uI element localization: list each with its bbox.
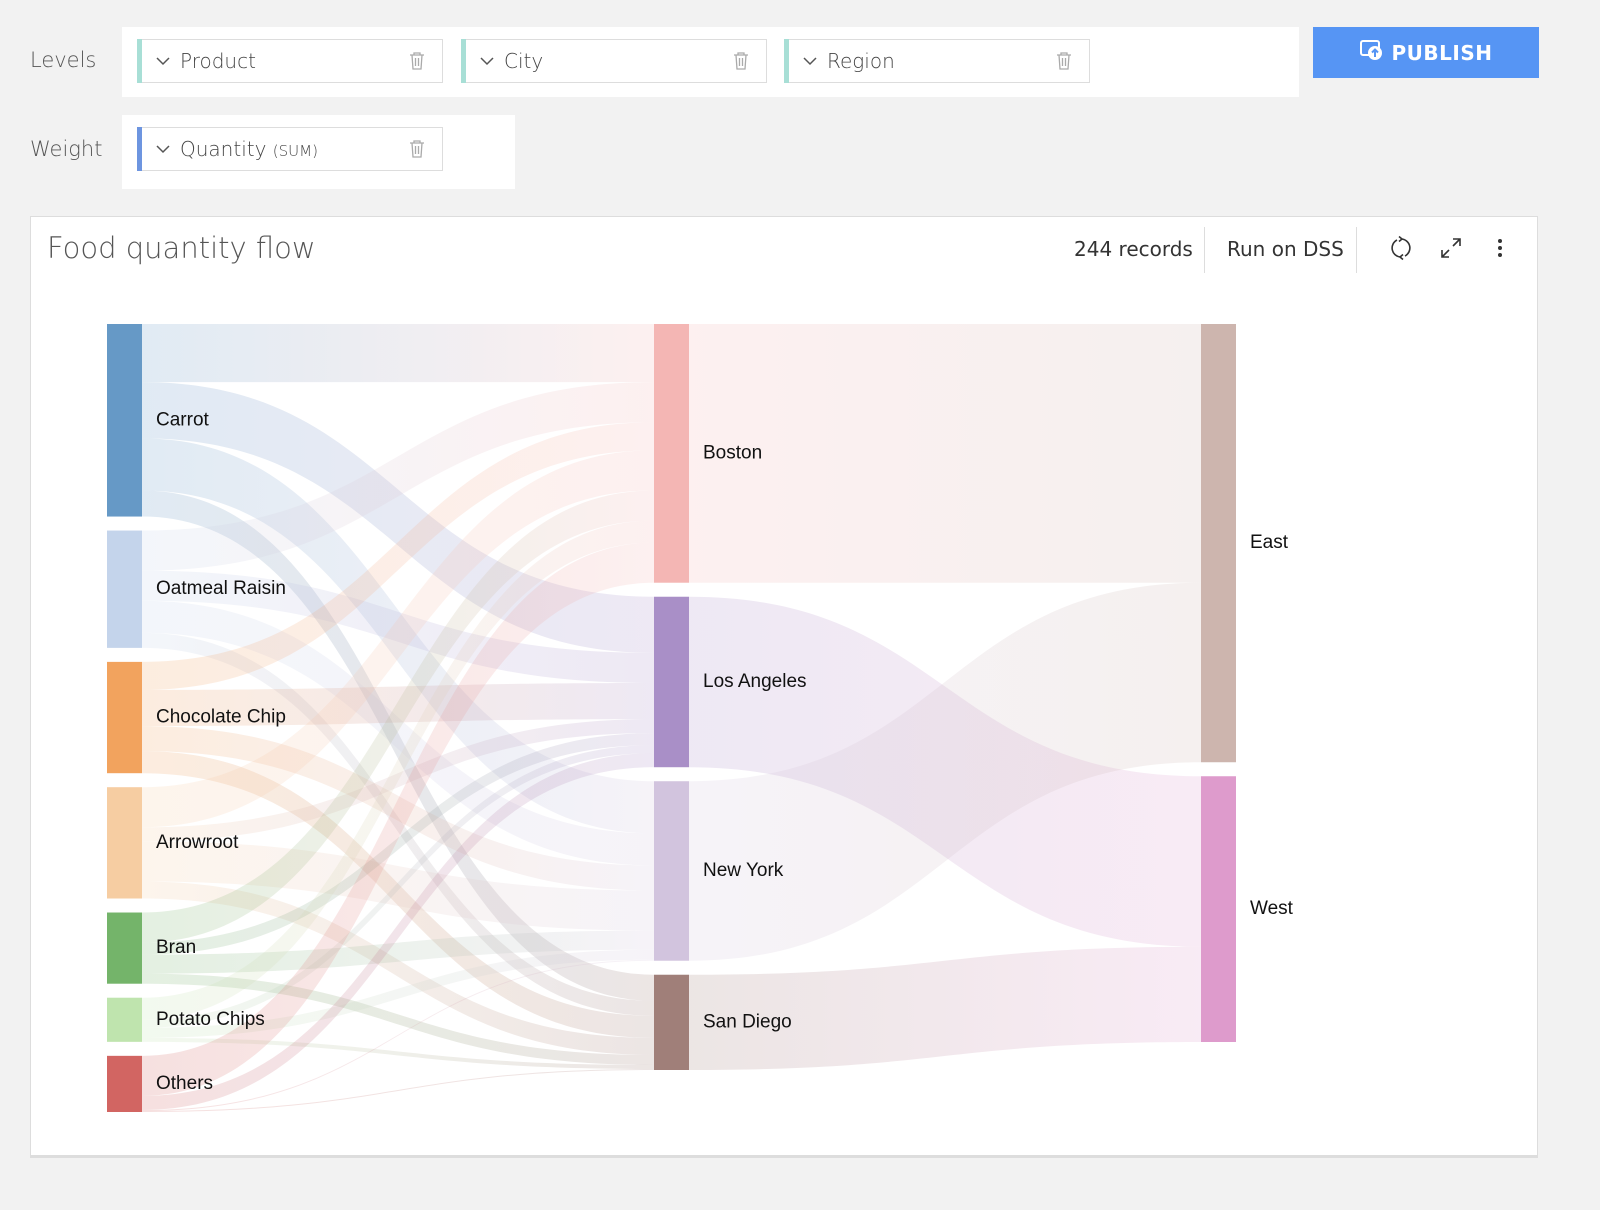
chevron-down-icon[interactable] — [480, 54, 494, 68]
level-chip-city[interactable]: City — [461, 39, 767, 83]
sankey-node-label: Chocolate Chip — [156, 707, 286, 728]
sankey-node[interactable] — [107, 1055, 142, 1112]
weight-aggregation: (SUM) — [272, 142, 318, 160]
chart-card: Food quantity flow 244 records Run on DS… — [30, 216, 1538, 1156]
levels-label: Levels — [30, 48, 97, 72]
weight-field-label: Quantity (SUM) — [180, 137, 318, 161]
sankey-node-label: Los Angeles — [703, 671, 807, 692]
sankey-node[interactable] — [107, 530, 142, 648]
publish-label: PUBLISH — [1391, 40, 1493, 65]
sankey-node[interactable] — [107, 324, 142, 517]
sankey-node[interactable] — [107, 661, 142, 774]
sankey-node-label: Others — [156, 1073, 213, 1094]
trash-icon[interactable] — [732, 51, 750, 71]
sankey-node-label: Boston — [703, 442, 762, 463]
level-label: Region — [827, 49, 895, 73]
chip-accent — [461, 39, 466, 83]
sankey-node-label: Arrowroot — [156, 832, 239, 853]
sankey-node[interactable] — [654, 974, 689, 1070]
sankey-node-label: Oatmeal Raisin — [156, 578, 286, 599]
level-chip-region[interactable]: Region — [784, 39, 1090, 83]
sankey-node-label: East — [1250, 532, 1289, 553]
chip-accent — [137, 127, 142, 171]
sankey-node[interactable] — [1201, 324, 1236, 763]
weight-field-name: Quantity — [180, 137, 267, 161]
sankey-node[interactable] — [107, 787, 142, 899]
level-label: City — [504, 49, 544, 73]
level-label: Product — [180, 49, 256, 73]
sankey-node-label: New York — [703, 860, 784, 881]
sankey-link[interactable] — [689, 324, 1201, 583]
weight-label: Weight — [30, 137, 103, 161]
sankey-node-label: Bran — [156, 937, 196, 958]
trash-icon[interactable] — [408, 51, 426, 71]
chevron-down-icon[interactable] — [156, 142, 170, 156]
sankey-node[interactable] — [654, 781, 689, 961]
weight-chip-quantity[interactable]: Quantity (SUM) — [137, 127, 443, 171]
chip-accent — [137, 39, 142, 83]
sankey-chart: Carrot Oatmeal Raisin Chocolate Chip Arrowr… — [107, 324, 1294, 1112]
sankey-node-label: Potato Chips — [156, 1009, 265, 1030]
chevron-down-icon[interactable] — [803, 54, 817, 68]
publish-icon — [1359, 39, 1384, 66]
level-chip-product[interactable]: Product — [137, 39, 443, 83]
chevron-down-icon[interactable] — [156, 54, 170, 68]
sankey-node-label: Carrot — [156, 409, 210, 430]
sankey-link[interactable] — [142, 324, 654, 383]
sankey-link[interactable] — [689, 946, 1201, 1070]
sankey-node[interactable] — [1201, 776, 1236, 1042]
chip-accent — [784, 39, 789, 83]
trash-icon[interactable] — [408, 139, 426, 159]
sankey-node-label: West — [1250, 898, 1294, 919]
sankey-node[interactable] — [107, 997, 142, 1042]
publish-button[interactable]: PUBLISH — [1313, 27, 1539, 78]
sankey-node[interactable] — [107, 912, 142, 984]
trash-icon[interactable] — [1055, 51, 1073, 71]
sankey-node-label: San Diego — [703, 1011, 792, 1032]
sankey-node[interactable] — [654, 324, 689, 583]
sankey-node[interactable] — [654, 596, 689, 768]
